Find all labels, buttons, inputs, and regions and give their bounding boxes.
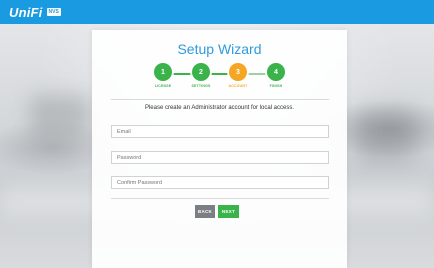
step-finish: 4 FINISH xyxy=(256,63,296,88)
step-label: ACCOUNT xyxy=(228,84,248,88)
divider-bottom xyxy=(111,198,329,199)
background-blur-left xyxy=(30,95,90,135)
step-license[interactable]: 1 LICENSE xyxy=(143,63,183,88)
background-blur-right xyxy=(355,110,415,160)
step-settings[interactable]: 2 SETTINGS xyxy=(181,63,221,88)
wizard-stepper: 1 LICENSE 2 SETTINGS 3 ACCOUNT 4 FINISH xyxy=(92,62,347,92)
email-field[interactable] xyxy=(111,125,329,138)
setup-wizard-card: Setup Wizard 1 LICENSE 2 SETTINGS 3 ACCO… xyxy=(92,30,347,268)
step-label: FINISH xyxy=(269,84,283,88)
password-field[interactable] xyxy=(111,151,329,164)
top-bar: UniFi NVS xyxy=(0,0,434,24)
page-title: Setup Wizard xyxy=(177,41,262,57)
confirm-password-field[interactable] xyxy=(111,176,329,189)
logo-text: UniFi xyxy=(9,4,43,20)
step-number: 4 xyxy=(267,63,285,81)
step-label: LICENSE xyxy=(154,84,172,88)
logo-badge: NVS xyxy=(46,8,61,16)
divider-top xyxy=(111,99,329,100)
step-number: 1 xyxy=(154,63,172,81)
instruction-text: Please create an Administrator account f… xyxy=(144,105,295,111)
unifi-logo: UniFi NVS xyxy=(9,4,61,20)
step-number: 2 xyxy=(192,63,210,81)
back-button[interactable]: BACK xyxy=(195,205,215,218)
step-label: SETTINGS xyxy=(191,84,211,88)
step-number: 3 xyxy=(229,63,247,81)
next-button[interactable]: NEXT xyxy=(218,205,239,218)
step-account: 3 ACCOUNT xyxy=(218,63,258,88)
